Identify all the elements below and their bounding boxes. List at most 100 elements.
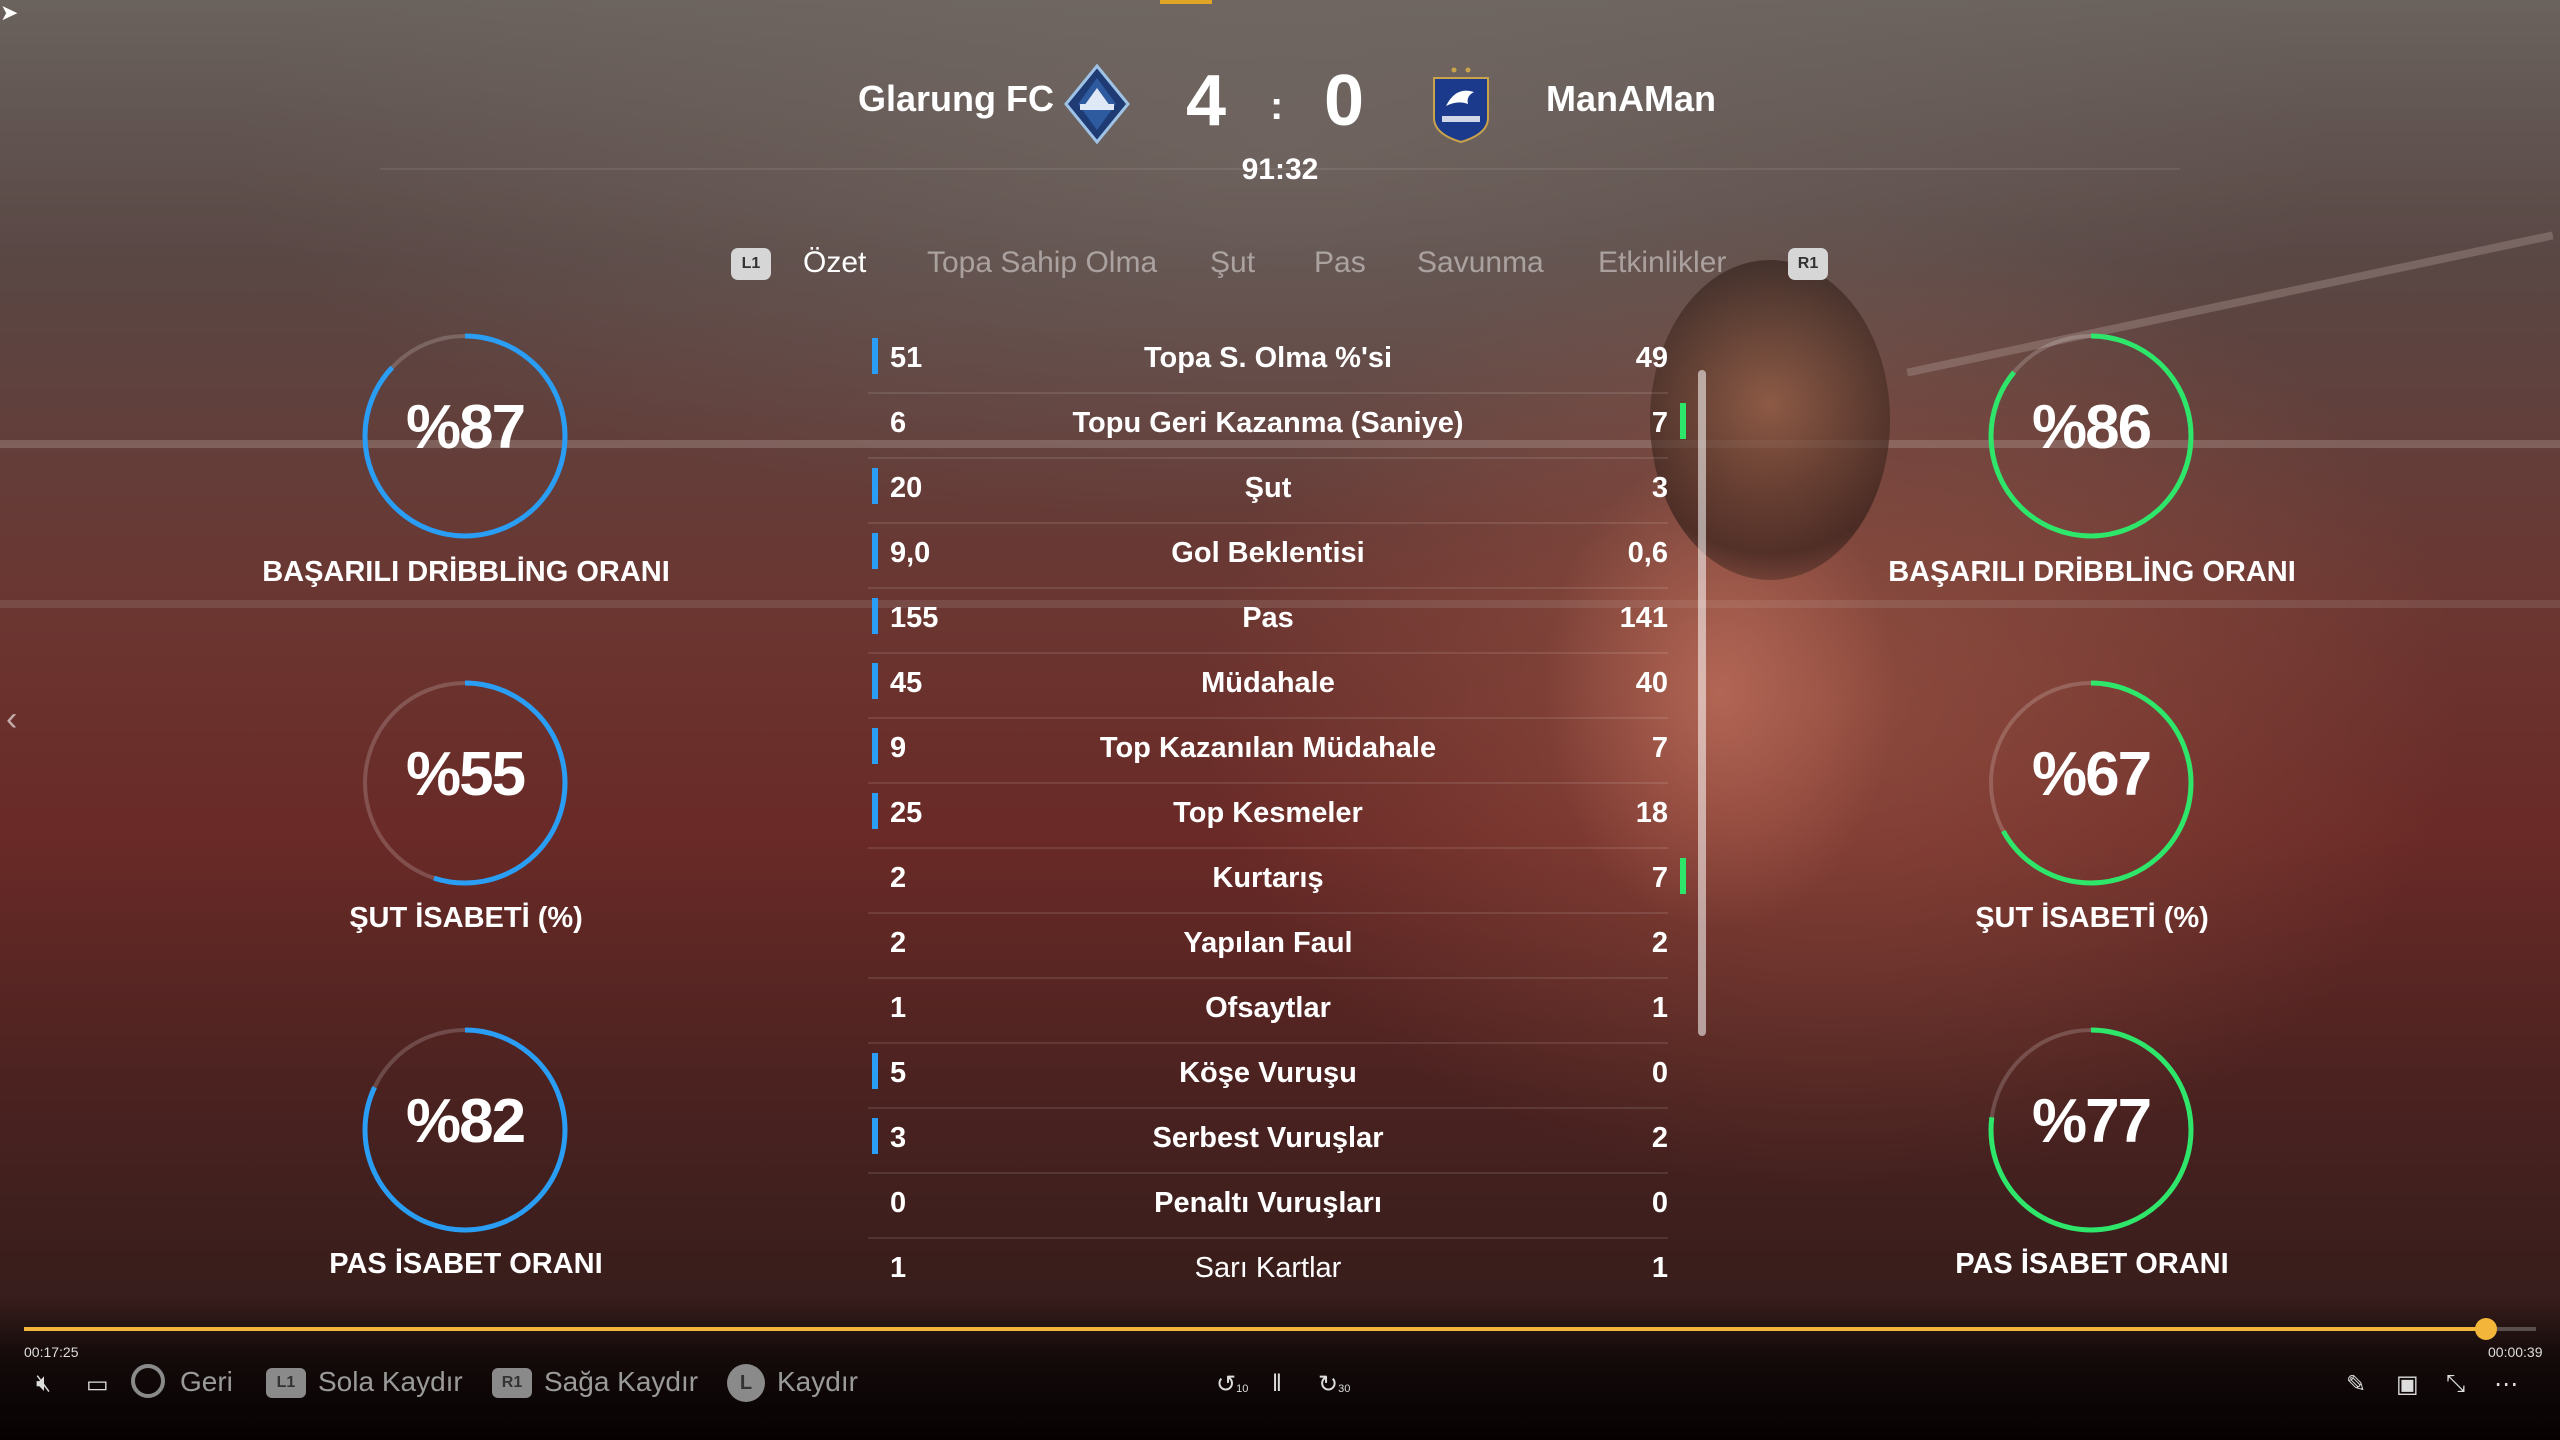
away-leader-bar xyxy=(1680,858,1686,894)
stat-name: Sarı Kartlar xyxy=(1194,1252,1342,1284)
home-stat-value: 3 xyxy=(890,1122,907,1154)
home-dribbling-value: %87 xyxy=(405,393,526,462)
captions-icon[interactable]: ▭ xyxy=(86,1370,109,1399)
stats-tabs: L1 Özet Topa Sahip Olma Şut Pas Savunma … xyxy=(0,244,2560,304)
tab-sut[interactable]: Şut xyxy=(1210,246,1255,280)
progress-handle[interactable] xyxy=(2474,1318,2497,1340)
away-stat-value: 2 xyxy=(1651,1122,1668,1154)
away-stat-value: 49 xyxy=(1635,342,1668,374)
scroll-left-control[interactable]: Sola Kaydır xyxy=(318,1366,463,1398)
scroll-right-control[interactable]: Sağa Kaydır xyxy=(544,1366,698,1398)
stat-row: 20 Şut 3 xyxy=(868,458,1668,524)
stat-name: Gol Beklentisi xyxy=(1171,537,1365,569)
stat-row: 3 Serbest Vuruşlar 2 xyxy=(868,1108,1668,1174)
away-team-name: ManAMan xyxy=(1546,78,1716,119)
more-options-icon[interactable]: ⋯ xyxy=(2494,1370,2518,1399)
away-stat-value: 0 xyxy=(1651,1187,1668,1219)
away-dribbling-circle: %86 xyxy=(1981,326,2201,546)
tab-ozet[interactable]: Özet xyxy=(803,246,866,280)
home-leader-bar xyxy=(872,728,878,764)
stat-name: Ofsaytlar xyxy=(1205,992,1331,1024)
left-stick-icon: L xyxy=(727,1364,765,1402)
stat-row: 9 Top Kazanılan Müdahale 7 xyxy=(868,718,1668,784)
france-crest-icon xyxy=(1428,64,1494,144)
miniplayer-icon[interactable]: ▣ xyxy=(2396,1370,2419,1399)
remaining-time: 00:00:39 xyxy=(2488,1344,2543,1360)
stat-row: 0 Penaltı Vuruşları 0 xyxy=(868,1173,1668,1239)
away-shot-accuracy-value: %67 xyxy=(2031,740,2152,809)
home-team-name: Glarung FC xyxy=(858,78,1054,119)
home-stat-value: 1 xyxy=(890,1252,907,1284)
away-dribbling-value: %86 xyxy=(2031,393,2152,462)
background-person-head xyxy=(1650,260,1890,580)
stats-scrollbar[interactable] xyxy=(1698,370,1706,1036)
progress-fill xyxy=(24,1327,2486,1331)
away-stat-value: 18 xyxy=(1635,797,1668,829)
score-separator: : xyxy=(1270,84,1284,128)
away-dribbling-label: BAŞARILI DRİBBLİNG ORANI xyxy=(1888,556,2296,588)
away-pass-accuracy-circle: %77 xyxy=(1981,1020,2201,1240)
match-clock: 91:32 xyxy=(1241,153,1319,186)
l1-control-badge: L1 xyxy=(266,1368,306,1398)
stat-name: Şut xyxy=(1244,472,1292,504)
circle-button-icon xyxy=(131,1364,165,1398)
stat-row: 5 Köşe Vuruşu 0 xyxy=(868,1043,1668,1109)
away-stat-value: 0,6 xyxy=(1627,537,1668,569)
away-stat-value: 7 xyxy=(1651,407,1668,439)
exit-fullscreen-icon[interactable]: ⤡ xyxy=(2446,1370,2465,1398)
away-stat-value: 141 xyxy=(1619,602,1668,634)
tab-topa-sahip-olma[interactable]: Topa Sahip Olma xyxy=(927,246,1157,280)
mouse-cursor-icon: ➤ xyxy=(0,0,19,25)
forward-30-icon[interactable]: ↻30 xyxy=(1318,1370,1350,1399)
home-stat-value: 20 xyxy=(890,472,923,504)
stat-name: Topa S. Olma %'si xyxy=(1143,342,1393,374)
stat-row: 2 Yapılan Faul 2 xyxy=(868,913,1668,979)
home-shot-accuracy-value: %55 xyxy=(405,740,526,809)
stat-row: 6 Topu Geri Kazanma (Saniye) 7 xyxy=(868,393,1686,459)
stat-name: Serbest Vuruşlar xyxy=(1152,1122,1384,1154)
home-stat-value: 2 xyxy=(890,862,907,894)
home-stat-value: 155 xyxy=(890,602,939,634)
home-pass-accuracy-circle: %82 xyxy=(355,1020,575,1240)
home-leader-bar xyxy=(872,533,878,569)
pause-icon[interactable]: ‖ xyxy=(1272,1370,1282,1398)
home-dribbling-circle: %87 xyxy=(355,326,575,546)
away-leader-bar xyxy=(1680,403,1686,439)
l1-button-badge[interactable]: L1 xyxy=(731,248,771,280)
home-score: 4 xyxy=(1186,61,1227,141)
stat-name: Penaltı Vuruşları xyxy=(1154,1187,1382,1219)
stat-name: Köşe Vuruşu xyxy=(1179,1057,1357,1089)
away-stat-value: 1 xyxy=(1651,1252,1668,1284)
stat-name: Yapılan Faul xyxy=(1183,927,1353,959)
stat-row: 1 Ofsaytlar 1 xyxy=(868,978,1668,1044)
tab-savunma[interactable]: Savunma xyxy=(1417,246,1544,280)
rewind-10-icon[interactable]: ↺10 xyxy=(1216,1370,1248,1399)
pencil-icon[interactable]: ✎ xyxy=(2346,1370,2366,1399)
home-pass-accuracy-label: PAS İSABET ORANI xyxy=(329,1248,603,1280)
scroll-control[interactable]: Kaydır xyxy=(777,1366,858,1398)
away-stat-value: 0 xyxy=(1651,1057,1668,1089)
home-shot-accuracy-label: ŞUT İSABETİ (%) xyxy=(349,902,583,934)
stat-name: Top Kesmeler xyxy=(1173,797,1363,829)
away-stat-value: 2 xyxy=(1651,927,1668,959)
mute-icon[interactable]: 🔇︎ xyxy=(36,1370,51,1398)
home-leader-bar xyxy=(872,793,878,829)
back-control[interactable]: Geri xyxy=(180,1366,233,1398)
home-shot-accuracy-circle: %55 xyxy=(355,673,575,893)
stat-row: 25 Top Kesmeler 18 xyxy=(868,783,1668,849)
chevron-left-icon[interactable]: ‹ xyxy=(6,700,17,739)
r1-button-badge[interactable]: R1 xyxy=(1788,248,1828,280)
stat-row: 45 Müdahale 40 xyxy=(868,653,1668,719)
stat-row: 9,0 Gol Beklentisi 0,6 xyxy=(868,523,1668,589)
stat-name: Müdahale xyxy=(1201,667,1335,699)
away-stat-value: 7 xyxy=(1651,732,1668,764)
home-stat-value: 9 xyxy=(890,732,907,764)
home-stat-value: 5 xyxy=(890,1057,907,1089)
tab-etkinlikler[interactable]: Etkinlikler xyxy=(1598,246,1726,280)
home-leader-bar xyxy=(872,1053,878,1089)
stat-row: 155 Pas 141 xyxy=(868,588,1668,654)
away-score: 0 xyxy=(1324,61,1365,141)
tab-pas[interactable]: Pas xyxy=(1314,246,1366,280)
home-dribbling-label: BAŞARILI DRİBBLİNG ORANI xyxy=(262,556,670,588)
away-stat-value: 7 xyxy=(1651,862,1668,894)
